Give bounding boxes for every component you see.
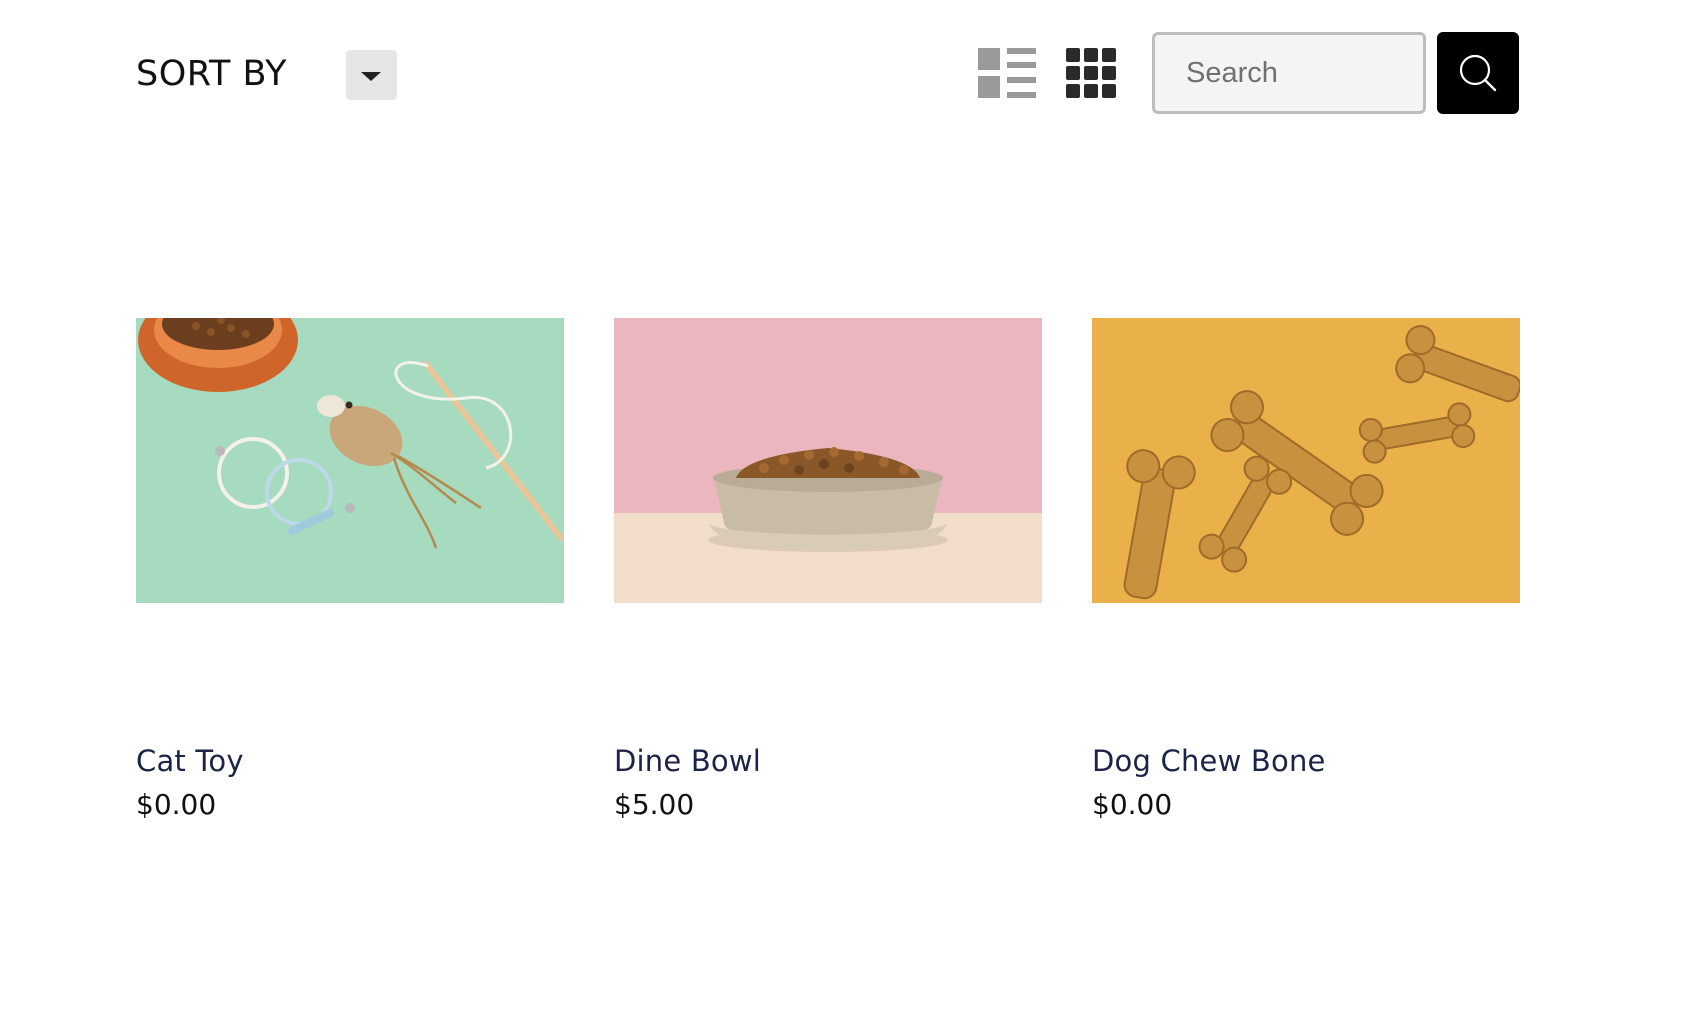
search-button[interactable] [1437, 32, 1519, 114]
product-image-cat-toy[interactable] [136, 318, 564, 603]
shop-toolbar: SORT BY [0, 0, 1684, 140]
search-icon [1459, 54, 1497, 92]
caret-down-icon [361, 72, 381, 81]
grid-view-icon [1066, 48, 1116, 98]
product-price: $0.00 [1092, 788, 1173, 821]
search-box [1152, 32, 1426, 114]
product-image-dine-bowl[interactable] [614, 318, 1042, 603]
product-name[interactable]: Dine Bowl [614, 744, 761, 778]
grid-view-button[interactable] [1066, 48, 1118, 100]
search-input[interactable] [1155, 35, 1423, 111]
product-card: Dog Chew Bone $0.00 [1092, 318, 1520, 821]
product-name[interactable]: Cat Toy [136, 744, 244, 778]
product-price: $0.00 [136, 788, 217, 821]
list-view-icon [978, 48, 1036, 98]
product-card: Dine Bowl $5.00 [614, 318, 1042, 821]
list-view-button[interactable] [978, 48, 1038, 100]
product-name[interactable]: Dog Chew Bone [1092, 744, 1326, 778]
product-card: Cat Toy $0.00 [136, 318, 564, 821]
product-image-dog-chew-bone[interactable] [1092, 318, 1520, 603]
sort-dropdown-button[interactable] [346, 50, 397, 100]
product-price: $5.00 [614, 788, 695, 821]
sort-by-label: SORT BY [136, 54, 288, 94]
